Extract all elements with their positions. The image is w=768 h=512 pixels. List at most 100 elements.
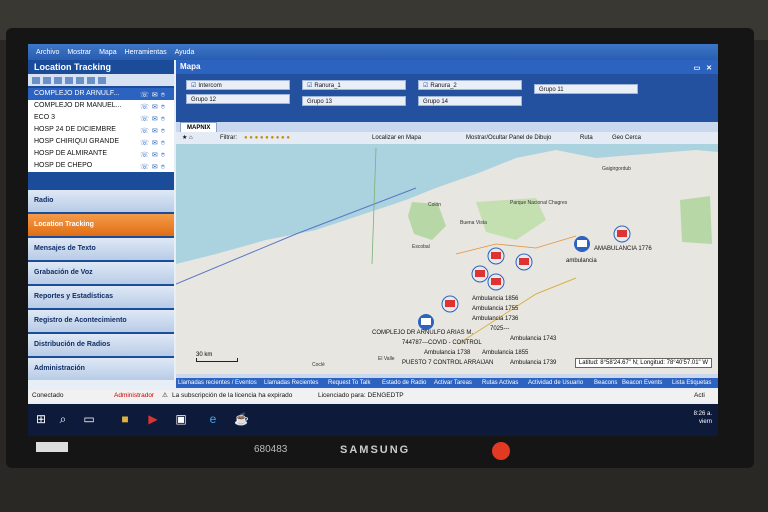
talkgroup-intercom[interactable]: ☑ Intercom (186, 80, 290, 90)
tab-activate-tasks[interactable]: Activar Tareas (434, 378, 472, 388)
nav-registro[interactable]: Registro de Acontecimiento (28, 310, 174, 332)
nav-radio[interactable]: Radio (28, 190, 174, 212)
marker-label: Ambulancia 1856 (472, 296, 519, 302)
tab-request-to-talk[interactable]: Request To Talk (328, 378, 370, 388)
ok-icon[interactable] (98, 76, 106, 84)
map-view[interactable]: Colón Buena Vista Parque Nacional Chagre… (176, 144, 718, 374)
menu-herramientas[interactable]: Herramientas (125, 49, 167, 56)
status-bar: Conectado Administrador ⚠ La subscripció… (28, 390, 718, 402)
tab-beacon-events[interactable]: Beacon Events (622, 378, 662, 388)
menu-ayuda[interactable]: Ayuda (175, 49, 195, 56)
tools-icon[interactable] (87, 76, 95, 84)
license-info: Licenciado para: DENGEDTP (318, 392, 404, 399)
taskbar: ⊞ ⌕ ▭ ■ ▶ ▣ e ☕ 8:26 a. viern (28, 404, 718, 436)
clock[interactable]: 8:26 a. viern (694, 410, 712, 426)
drawing-panel-button[interactable]: Mostrar/Ocultar Panel de Dibujo (466, 132, 551, 144)
ambulance-marker-icon[interactable] (487, 247, 505, 265)
unit-item[interactable]: COMPLEJO DR ARNULF... ☏✉⌾ (28, 88, 174, 100)
geofence-button[interactable]: Geo Cerca (612, 132, 641, 144)
talkgroup-ranura-1[interactable]: ☑ Ranura_1 (302, 80, 406, 90)
unit-item[interactable]: ECO 3 ☏✉⌾ (28, 112, 174, 124)
unit-item[interactable]: HOSP DE CHEPO ☏✉⌾ (28, 160, 174, 172)
map-panel-title: Mapa ▭ ✕ (176, 60, 718, 74)
bottom-tab-bar: Llamadas recientes / Eventos Llamadas Re… (176, 378, 718, 388)
grid-icon[interactable] (32, 76, 40, 84)
unit-item[interactable]: HOSP CHIRIQUI GRANDE ☏✉⌾ (28, 136, 174, 148)
place-label: Gaigirgordub (602, 166, 631, 172)
edge-icon[interactable]: e (206, 412, 220, 426)
unit-actions-icon[interactable]: ☏✉⌾ (140, 162, 168, 174)
java-icon[interactable]: ☕ (234, 412, 249, 426)
tab-tag-list[interactable]: Lista Etiquetas (672, 378, 711, 388)
tab-active-routes[interactable]: Rutas Activas (482, 378, 518, 388)
marker-label: 7025--- (490, 326, 509, 332)
map-panel: Mapa ▭ ✕ ☑ Intercom ☑ Ranura_1 ☑ Ranura_2 Gr… (176, 60, 718, 378)
refresh-icon[interactable] (65, 76, 73, 84)
coordinate-readout: Latitud: 8°58'24.67" N; Longitud: 78°40'… (574, 358, 712, 368)
place-label: Coclé (312, 362, 325, 368)
talkgroup-grupo-11[interactable]: Grupo 11 (534, 84, 638, 94)
media-icon[interactable]: ▶ (146, 412, 160, 426)
talkgroup-ranura-2[interactable]: ☑ Ranura_2 (418, 80, 522, 90)
talkgroup-grupo-13[interactable]: Grupo 13 (302, 96, 406, 106)
screen: Archivo Mostrar Mapa Herramientas Ayuda … (28, 44, 718, 436)
checkbox-icon[interactable]: ☑ (191, 83, 196, 89)
place-label: Parque Nacional Chagres (510, 200, 568, 206)
filter-icons[interactable]: ● ● ● ● ● ● ● ● ● (244, 132, 290, 144)
connection-status: Conectado (32, 392, 64, 399)
marker-label: Ambulancia 1738 (424, 350, 471, 356)
unit-item[interactable]: COMPLEJO DR MANUEL... ☏✉⌾ (28, 100, 174, 112)
serial-label: 680483 (254, 444, 288, 455)
talkgroup-grupo-12[interactable]: Grupo 12 (186, 94, 290, 104)
menu-mapa[interactable]: Mapa (99, 49, 117, 56)
tab-radio-status[interactable]: Estado de Radio (382, 378, 426, 388)
nav-administracion[interactable]: Administración (28, 358, 174, 380)
ambulance-marker-icon[interactable] (515, 253, 533, 271)
checkbox-icon[interactable]: ☑ (307, 83, 312, 89)
active-status: Acti (694, 392, 705, 399)
tab-user-activity[interactable]: Actividad de Usuario (528, 378, 583, 388)
marker-label: ambulancia (566, 258, 597, 264)
nav-reportes[interactable]: Reportes y Estadísticas (28, 286, 174, 308)
search-icon[interactable]: ⌕ (56, 412, 70, 426)
star-icon[interactable]: ★ ⌂ (182, 132, 193, 144)
menu-mostrar[interactable]: Mostrar (67, 49, 91, 56)
place-label: Escobal (412, 244, 430, 250)
unit-item[interactable]: HOSP 24 DE DICIEMBRE ☏✉⌾ (28, 124, 174, 136)
warning-icon: ⚠ (162, 392, 168, 399)
checkbox-icon[interactable]: ☑ (423, 83, 428, 89)
filter-icon[interactable] (76, 76, 84, 84)
marker-label: AMABULANCIA 1776 (594, 246, 652, 252)
nav-distribucion[interactable]: Distribución de Radios (28, 334, 174, 356)
nav-grabacion[interactable]: Grabación de Voz (28, 262, 174, 284)
start-icon[interactable]: ⊞ (34, 412, 48, 426)
ambulance-marker-icon[interactable] (487, 273, 505, 291)
tab-beacons[interactable]: Beacons (594, 378, 617, 388)
list-icon[interactable] (43, 76, 51, 84)
file-explorer-icon[interactable]: ■ (118, 412, 132, 426)
power-light (492, 442, 510, 460)
locate-button[interactable]: Localizar en Mapa (372, 132, 421, 144)
user-status: Administrador (114, 392, 155, 399)
unit-list: COMPLEJO DR ARNULF... ☏✉⌾ COMPLEJO DR MAN… (28, 88, 174, 172)
ambulance-marker-icon[interactable] (613, 225, 631, 243)
scale-bar (196, 358, 238, 362)
route-button[interactable]: Ruta (580, 132, 593, 144)
vehicle-marker-icon[interactable] (574, 236, 590, 252)
talkgroup-grupo-14[interactable]: Grupo 14 (418, 96, 522, 106)
vehicle-marker-icon[interactable] (418, 314, 434, 330)
task-view-icon[interactable]: ▭ (82, 412, 96, 426)
app-icon[interactable]: ▣ (174, 412, 188, 426)
place-label: Buena Vista (460, 220, 487, 226)
tab-recent-events[interactable]: Llamadas recientes / Eventos (178, 378, 257, 388)
marker-label: Ambulancia 1755 (472, 306, 519, 312)
nav-location-tracking[interactable]: Location Tracking (28, 214, 174, 236)
ambulance-marker-icon[interactable] (471, 265, 489, 283)
group-icon[interactable] (54, 76, 62, 84)
menu-archivo[interactable]: Archivo (36, 49, 59, 56)
unit-item[interactable]: HOSP DE ALMIRANTE ☏✉⌾ (28, 148, 174, 160)
tab-recent-calls[interactable]: Llamadas Recientes (264, 378, 318, 388)
marker-label: Ambulancia 1739 (510, 360, 557, 366)
ambulance-marker-icon[interactable] (441, 295, 459, 313)
nav-mensajes[interactable]: Mensajes de Texto (28, 238, 174, 260)
